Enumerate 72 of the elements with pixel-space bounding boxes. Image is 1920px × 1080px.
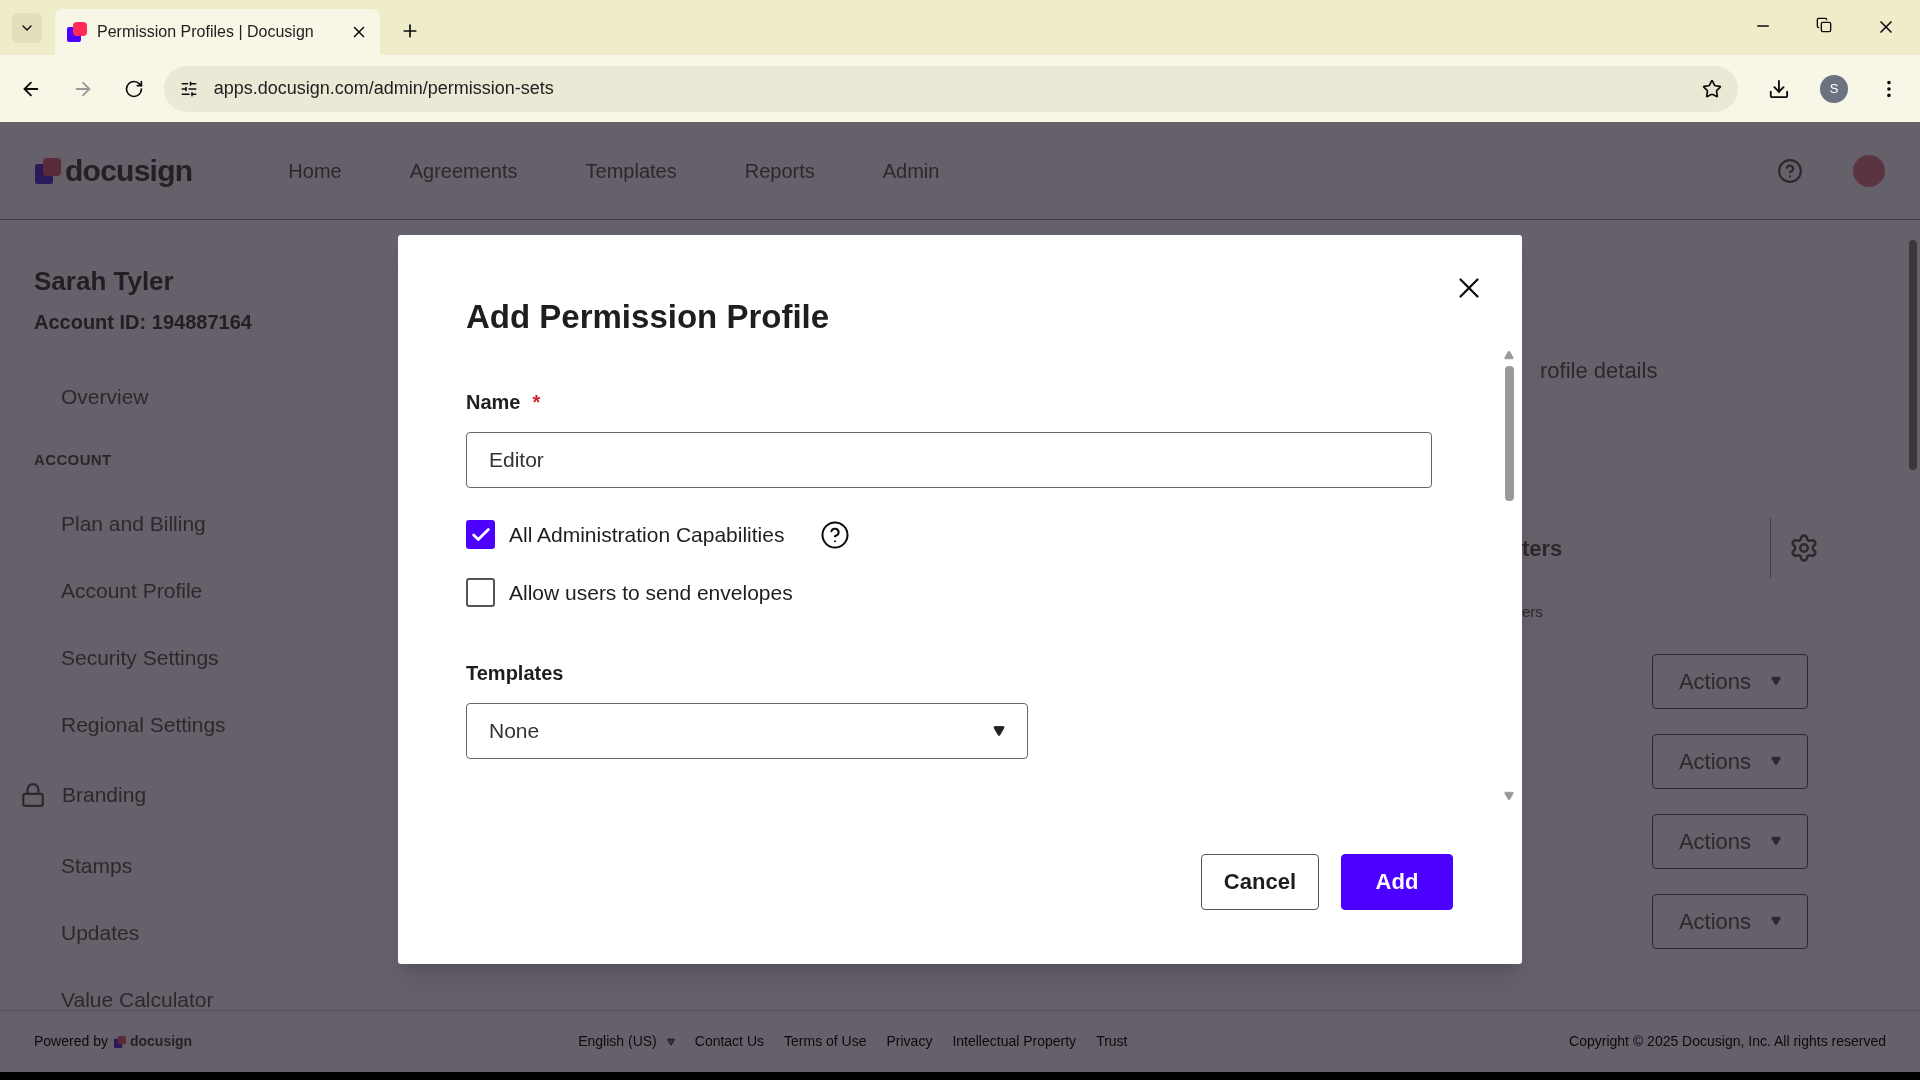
footer-link[interactable]: Terms of Use bbox=[784, 1031, 867, 1052]
lock-icon bbox=[20, 782, 46, 808]
copyright-text: Copyright © 2025 Docusign, Inc. All rights reserved bbox=[1569, 1032, 1886, 1051]
bookmark-star-icon[interactable] bbox=[1702, 78, 1723, 99]
name-field[interactable]: Editor bbox=[466, 431, 1432, 488]
dialog-scrollbar[interactable] bbox=[1504, 366, 1514, 501]
actions-button[interactable]: Actions bbox=[1652, 813, 1808, 869]
tab-title: Permission Profiles | Docusign bbox=[97, 22, 315, 42]
restore-icon[interactable] bbox=[1816, 17, 1832, 33]
logo-text: docusign bbox=[65, 153, 193, 189]
actions-button[interactable]: Actions bbox=[1652, 653, 1808, 709]
language-select[interactable]: English (US) bbox=[578, 1031, 675, 1052]
favicon-icon bbox=[67, 22, 87, 42]
dialog-title: Add Permission Profile bbox=[466, 297, 831, 337]
user-name: Sarah Tyler bbox=[34, 265, 175, 298]
column-header: ers bbox=[1522, 602, 1544, 622]
filter-text: ters bbox=[1522, 534, 1564, 563]
logo-text: docusign bbox=[129, 1032, 193, 1051]
sidebar-link[interactable]: Stamps bbox=[34, 832, 366, 899]
section-heading: ACCOUNT bbox=[34, 449, 113, 470]
description-text: rofile details bbox=[1540, 357, 1659, 385]
sidebar-link[interactable]: Updates bbox=[34, 899, 366, 966]
field-label: Templates bbox=[466, 660, 565, 686]
download-icon[interactable] bbox=[1768, 77, 1791, 100]
caret-icon bbox=[1771, 676, 1782, 686]
add-button[interactable]: Add bbox=[1341, 853, 1453, 910]
sidebar-link[interactable]: Overview bbox=[34, 363, 366, 430]
field-label: Name bbox=[466, 389, 521, 415]
scroll-up-icon[interactable] bbox=[1504, 350, 1514, 360]
nav-link[interactable]: Admin bbox=[882, 155, 940, 186]
settings-icon[interactable] bbox=[1789, 533, 1819, 563]
checkbox-label[interactable]: All Administration Capabilities bbox=[509, 518, 785, 551]
account-id: Account ID: 194887164 bbox=[34, 310, 253, 335]
checkbox-label[interactable]: Allow users to send envelopes bbox=[509, 576, 793, 609]
templates-select[interactable]: None bbox=[466, 702, 1028, 759]
tab-list-button[interactable] bbox=[12, 13, 42, 43]
sidebar-link[interactable]: Value Calculator bbox=[34, 966, 366, 1033]
profile-avatar[interactable]: S bbox=[1820, 74, 1849, 103]
powered-by-text: Powered by bbox=[34, 1032, 108, 1051]
required-mark: * bbox=[532, 389, 541, 415]
nav-link[interactable]: Home bbox=[288, 155, 342, 186]
reload-icon[interactable] bbox=[123, 78, 144, 99]
sidebar-link[interactable]: Plan and Billing bbox=[34, 490, 366, 557]
footer-link[interactable]: Privacy bbox=[886, 1031, 933, 1052]
checkbox[interactable] bbox=[466, 520, 495, 549]
actions-button[interactable]: Actions bbox=[1652, 733, 1808, 789]
cancel-button[interactable]: Cancel bbox=[1200, 853, 1319, 910]
actions-button[interactable]: Actions bbox=[1652, 893, 1808, 949]
page-scrollbar[interactable] bbox=[1908, 240, 1917, 470]
sidebar-link[interactable]: Regional Settings bbox=[34, 691, 366, 758]
url-text: apps.docusign.com/admin/permission-sets bbox=[213, 77, 555, 100]
sidebar-link[interactable]: Account Profile bbox=[34, 557, 366, 624]
caret-icon bbox=[1771, 756, 1782, 766]
help-icon[interactable] bbox=[820, 519, 851, 550]
logo-icon bbox=[113, 1035, 126, 1048]
scroll-down-icon[interactable] bbox=[1504, 791, 1514, 801]
sidebar-link[interactable]: Branding bbox=[62, 779, 147, 811]
nav-link[interactable]: Templates bbox=[585, 155, 677, 186]
address-bar[interactable]: apps.docusign.com/admin/permission-sets bbox=[163, 65, 1739, 112]
sidebar-link[interactable]: Security Settings bbox=[34, 624, 366, 691]
nav-link[interactable]: Reports bbox=[744, 155, 815, 186]
nav-link[interactable]: Agreements bbox=[409, 155, 518, 186]
browser-tab[interactable]: Permission Profiles | Docusign bbox=[55, 9, 380, 55]
caret-icon bbox=[1771, 836, 1782, 846]
caret-icon bbox=[666, 1037, 675, 1046]
footer-link[interactable]: Trust bbox=[1096, 1031, 1128, 1052]
checkbox[interactable] bbox=[466, 578, 495, 607]
caret-icon bbox=[993, 724, 1005, 737]
footer-link[interactable]: Contact Us bbox=[694, 1031, 764, 1052]
logo-icon bbox=[35, 157, 61, 184]
footer-link[interactable]: Intellectual Property bbox=[952, 1031, 1077, 1052]
caret-icon bbox=[1771, 916, 1782, 926]
